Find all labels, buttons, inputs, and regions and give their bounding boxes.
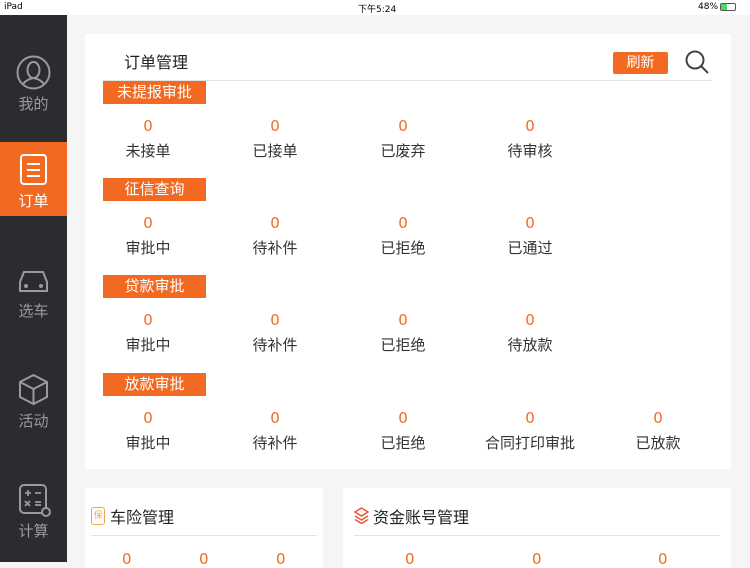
section-header: 放款审批 — [103, 373, 206, 396]
battery-percent: 48% — [698, 2, 719, 12]
status-counter[interactable]: 0 待补件 — [215, 409, 335, 453]
sidebar-item-2[interactable]: 选车 — [0, 252, 67, 326]
insurance-title: 车险管理 — [110, 508, 175, 527]
section-header: 未提报审批 — [103, 81, 206, 104]
count: 0 — [270, 214, 280, 232]
status-label: 未接单 — [125, 142, 171, 160]
status-counter[interactable]: 0 已放款 — [598, 409, 718, 453]
status-label: 待补件 — [252, 434, 298, 452]
sidebar-item-label: 订单 — [18, 192, 49, 210]
status-counter[interactable]: 0 已通过 — [470, 214, 590, 258]
funds-count: 0 — [405, 550, 415, 568]
count: 0 — [270, 311, 280, 329]
count: 0 — [525, 311, 535, 329]
sidebar: 我的订单选车活动计算 — [0, 15, 67, 562]
page-title: 订单管理 — [124, 53, 189, 72]
insurance-count: 0 — [199, 550, 209, 568]
status-counter[interactable]: 0 已接单 — [215, 117, 335, 161]
status-label: 已废弃 — [380, 142, 426, 160]
sidebar-item-label: 计算 — [18, 522, 49, 540]
device-name: iPad — [4, 2, 23, 12]
status-label: 待补件 — [252, 239, 298, 257]
sidebar-item-1[interactable]: 订单 — [0, 142, 67, 216]
status-label: 合同打印审批 — [484, 434, 575, 452]
count: 0 — [270, 117, 280, 135]
status-label: 待放款 — [507, 336, 553, 354]
user-icon — [16, 55, 51, 90]
status-counter[interactable]: 0 审批中 — [88, 409, 208, 453]
count: 0 — [143, 214, 153, 232]
section-header: 征信查询 — [103, 178, 206, 201]
status-label: 审批中 — [125, 434, 171, 452]
insurance-count: 0 — [122, 550, 132, 568]
status-counter[interactable]: 0 合同打印审批 — [470, 409, 590, 453]
count: 0 — [143, 311, 153, 329]
car-icon — [19, 271, 48, 292]
status-label: 已接单 — [252, 142, 298, 160]
calculator-icon — [19, 484, 51, 517]
status-counter[interactable]: 0 未接单 — [88, 117, 208, 161]
status-label: 已拒绝 — [380, 434, 426, 452]
list-icon — [20, 154, 47, 185]
status-counter[interactable]: 0 审批中 — [88, 214, 208, 258]
status-label: 审批中 — [125, 336, 171, 354]
status-label: 审批中 — [125, 239, 171, 257]
status-counter[interactable]: 0 审批中 — [88, 311, 208, 355]
layers-icon — [354, 507, 369, 524]
sidebar-item-label: 我的 — [18, 95, 49, 113]
funds-title: 资金账号管理 — [373, 508, 470, 527]
count: 0 — [525, 117, 535, 135]
status-label: 已拒绝 — [380, 336, 426, 354]
status-counter[interactable]: 0 已拒绝 — [343, 409, 463, 453]
count: 0 — [398, 117, 408, 135]
status-label: 待审核 — [507, 142, 553, 160]
status-counter[interactable]: 0 待补件 — [215, 214, 335, 258]
section-header: 贷款审批 — [103, 275, 206, 298]
battery-icon — [720, 3, 736, 11]
status-counter[interactable]: 0 待审核 — [470, 117, 590, 161]
insurance-icon: 保 — [91, 507, 105, 525]
status-label: 已放款 — [635, 434, 681, 452]
sidebar-item-3[interactable]: 活动 — [0, 362, 67, 436]
status-bar: iPad 下午5:24 48% — [0, 0, 750, 15]
status-counter[interactable]: 0 待放款 — [470, 311, 590, 355]
sidebar-item-label: 选车 — [18, 302, 49, 320]
count: 0 — [398, 409, 408, 427]
sidebar-item-label: 活动 — [18, 412, 49, 430]
count: 0 — [143, 117, 153, 135]
divider — [354, 535, 720, 536]
status-label: 已通过 — [507, 239, 553, 257]
sidebar-item-4[interactable]: 计算 — [0, 472, 67, 546]
funds-count: 0 — [532, 550, 542, 568]
count: 0 — [653, 409, 663, 427]
divider — [91, 535, 317, 536]
status-counter[interactable]: 0 已拒绝 — [343, 311, 463, 355]
box-icon — [19, 373, 48, 406]
count: 0 — [398, 214, 408, 232]
funds-count: 0 — [658, 550, 668, 568]
count: 0 — [525, 409, 535, 427]
status-counter[interactable]: 0 待补件 — [215, 311, 335, 355]
status-label: 已拒绝 — [380, 239, 426, 257]
status-counter[interactable]: 0 已废弃 — [343, 117, 463, 161]
clock: 下午5:24 — [358, 5, 397, 15]
refresh-button[interactable]: 刷新 — [613, 52, 668, 74]
status-counter[interactable]: 0 已拒绝 — [343, 214, 463, 258]
count: 0 — [398, 311, 408, 329]
sidebar-item-0[interactable]: 我的 — [0, 45, 67, 119]
status-label: 待补件 — [252, 336, 298, 354]
count: 0 — [143, 409, 153, 427]
search-icon[interactable] — [684, 49, 710, 75]
count: 0 — [270, 409, 280, 427]
insurance-count: 0 — [276, 550, 286, 568]
count: 0 — [525, 214, 535, 232]
